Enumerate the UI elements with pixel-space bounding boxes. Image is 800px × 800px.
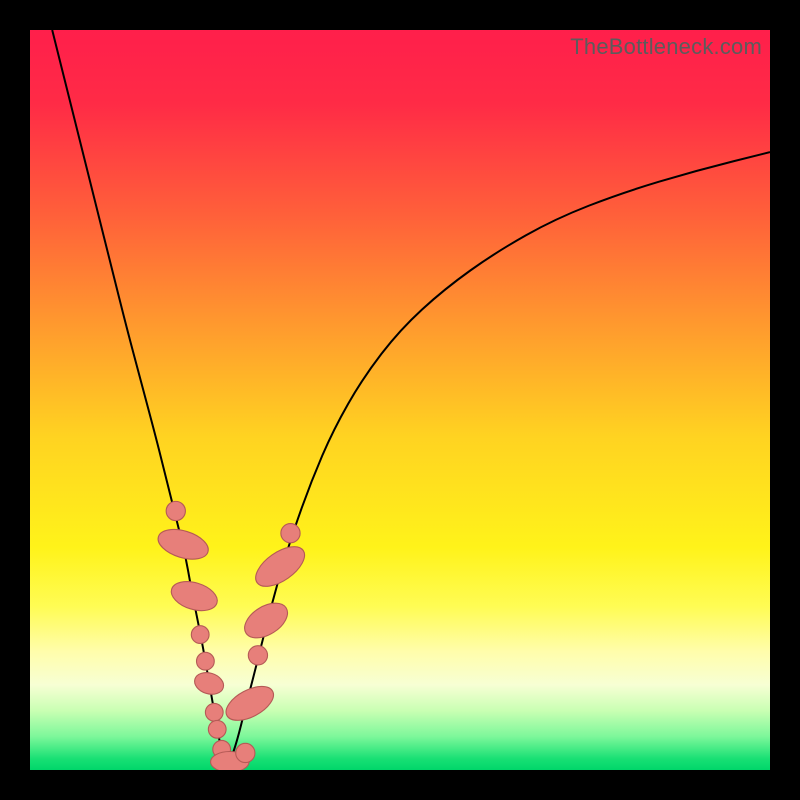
marker-15 xyxy=(281,524,300,543)
watermark-text: TheBottleneck.com xyxy=(570,34,762,60)
chart-frame: TheBottleneck.com xyxy=(0,0,800,800)
curve-layer xyxy=(30,30,770,770)
curve-left-branch xyxy=(52,30,224,763)
marker-3 xyxy=(191,626,209,644)
plot-area: TheBottleneck.com xyxy=(30,30,770,770)
data-markers xyxy=(155,501,312,770)
marker-13 xyxy=(239,596,294,645)
marker-12 xyxy=(248,646,267,665)
marker-6 xyxy=(205,703,223,721)
marker-5 xyxy=(192,669,226,697)
marker-4 xyxy=(197,652,215,670)
marker-14 xyxy=(249,539,311,594)
marker-7 xyxy=(208,720,226,738)
marker-1 xyxy=(155,524,212,565)
marker-11 xyxy=(221,679,279,727)
marker-0 xyxy=(166,501,185,520)
curve-right-branch xyxy=(230,152,770,763)
marker-10 xyxy=(236,743,255,762)
bottleneck-curves xyxy=(52,30,770,763)
marker-2 xyxy=(168,576,221,615)
